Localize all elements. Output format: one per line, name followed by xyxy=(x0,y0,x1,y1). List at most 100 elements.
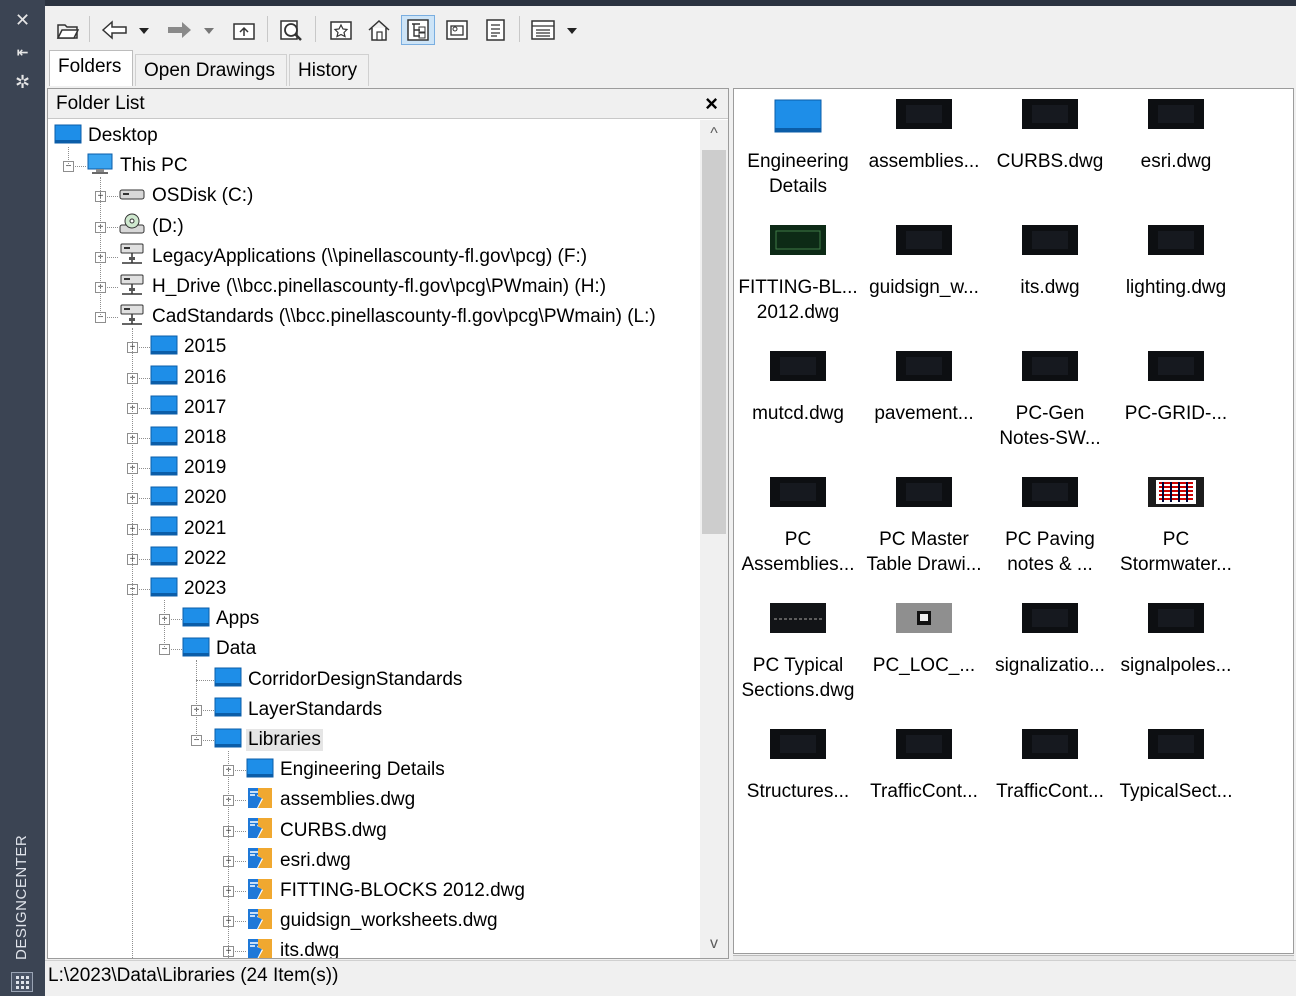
item-label: PC-GRID-... xyxy=(1114,401,1238,426)
views-dropdown-icon[interactable] xyxy=(565,15,579,45)
item-label-line: guidsign_w... xyxy=(869,277,979,298)
tree-item[interactable]: FITTING-BLOCKS 2012.dwg xyxy=(246,876,527,906)
scroll-up-icon[interactable]: ^ xyxy=(700,120,728,148)
tree-item[interactable]: 2023 xyxy=(150,574,228,604)
auto-hide-icon[interactable]: ⇤ xyxy=(0,42,45,62)
tree-item[interactable]: 2015 xyxy=(150,332,228,362)
drawing-item[interactable]: PC Typical Sections.dwg xyxy=(736,603,860,703)
tree-item[interactable]: CURBS.dwg xyxy=(246,816,389,846)
tree-item[interactable]: 2016 xyxy=(150,363,228,393)
back-icon[interactable] xyxy=(99,15,131,45)
folder-item[interactable]: Engineering Details xyxy=(736,99,860,199)
scrollbar-thumb[interactable] xyxy=(702,150,726,534)
tree-item[interactable]: 2018 xyxy=(150,423,228,453)
tree-item[interactable]: LayerStandards xyxy=(214,695,384,725)
tree-item[interactable]: assemblies.dwg xyxy=(246,785,417,815)
description-icon[interactable] xyxy=(479,15,511,45)
folder-list-pane: Folder List × Desktop This PC − OSDisk (C:)… xyxy=(47,88,729,959)
dwg-file-icon xyxy=(246,907,274,936)
item-label-line: lighting.dwg xyxy=(1125,277,1227,298)
tree-item[interactable]: OSDisk (C:) xyxy=(118,181,255,211)
tree-item[interactable]: 2020 xyxy=(150,483,228,513)
tree-item[interactable]: esri.dwg xyxy=(246,846,353,876)
tab-bar: Folders Open Drawings History xyxy=(45,48,1296,86)
tree-item[interactable]: 2019 xyxy=(150,453,228,483)
drawing-thumbnail xyxy=(1022,225,1078,255)
forward-icon[interactable] xyxy=(163,15,195,45)
tree-item[interactable]: Libraries xyxy=(214,725,323,755)
item-label-line: PC xyxy=(784,529,812,550)
drawing-item[interactable]: PC-Gen Notes-SW... xyxy=(988,351,1112,451)
tree-view-toggle-icon[interactable] xyxy=(401,15,435,45)
drawing-item[interactable]: assemblies... xyxy=(862,99,986,174)
favorites-icon[interactable] xyxy=(325,15,357,45)
tree-item[interactable]: CorridorDesignStandards xyxy=(214,665,464,695)
close-icon[interactable]: ✕ xyxy=(0,10,45,30)
tree-item[interactable]: Data xyxy=(182,634,258,664)
item-label-line: PC xyxy=(1162,529,1190,550)
folder-icon xyxy=(150,425,178,452)
drawing-item[interactable]: signalpoles... xyxy=(1114,603,1238,678)
drawing-item[interactable]: PC Master Table Drawi... xyxy=(862,477,986,577)
drawing-item[interactable]: PC-GRID-... xyxy=(1114,351,1238,426)
tree-item-label: CorridorDesignStandards xyxy=(248,668,463,690)
drawing-item[interactable]: its.dwg xyxy=(988,225,1112,300)
properties-icon[interactable]: ✲ xyxy=(0,72,45,92)
grip-icon[interactable] xyxy=(11,972,33,992)
tab-open-drawings[interactable]: Open Drawings xyxy=(135,54,287,86)
tree-item[interactable]: LegacyApplications (\\pinellascounty-fl.… xyxy=(118,242,589,272)
drawing-thumbnail xyxy=(896,603,952,633)
close-icon[interactable]: × xyxy=(705,91,718,117)
search-icon[interactable] xyxy=(275,15,307,45)
drawing-item[interactable]: TrafficCont... xyxy=(988,729,1112,804)
tree-item[interactable]: Desktop xyxy=(54,121,160,151)
drawing-item[interactable]: guidsign_w... xyxy=(862,225,986,300)
tree-item-label: CURBS.dwg xyxy=(280,819,387,841)
tree-item-label: esri.dwg xyxy=(280,849,351,871)
drawing-item[interactable]: esri.dwg xyxy=(1114,99,1238,174)
forward-dropdown-icon[interactable] xyxy=(202,15,216,45)
tree-item[interactable]: CadStandards (\\bcc.pinellascounty-fl.go… xyxy=(118,302,658,332)
home-icon[interactable] xyxy=(363,15,395,45)
tree-item[interactable]: Apps xyxy=(182,604,261,634)
item-label-line: PC Master xyxy=(879,529,969,550)
tree-item[interactable]: (D:) xyxy=(118,212,186,242)
drawing-item[interactable]: TypicalSect... xyxy=(1114,729,1238,804)
drawing-item[interactable]: lighting.dwg xyxy=(1114,225,1238,300)
palette-sidebar: ✕ ⇤ ✲ DESIGNCENTER xyxy=(0,0,45,996)
tree-item[interactable]: guidsign_worksheets.dwg xyxy=(246,906,500,936)
tree-item[interactable]: This PC xyxy=(86,151,190,181)
item-label: pavement... xyxy=(862,401,986,426)
item-label-line: assemblies... xyxy=(868,151,980,172)
back-dropdown-icon[interactable] xyxy=(137,15,151,45)
drawing-item[interactable]: mutcd.dwg xyxy=(736,351,860,426)
scroll-down-icon[interactable]: v xyxy=(700,930,728,958)
drawing-item[interactable]: TrafficCont... xyxy=(862,729,986,804)
views-icon[interactable] xyxy=(527,15,559,45)
item-label-line: Sections.dwg xyxy=(741,680,855,701)
item-label-line: TypicalSect... xyxy=(1119,781,1233,802)
drawing-item[interactable]: PC_LOC_... xyxy=(862,603,986,678)
tree-item[interactable]: Engineering Details xyxy=(246,755,447,785)
drawing-item[interactable]: signalizatio... xyxy=(988,603,1112,678)
status-path: L:\2023\Data\Libraries (24 Item(s)) xyxy=(48,965,339,986)
drawing-item[interactable]: PC Assemblies... xyxy=(736,477,860,577)
tree-item[interactable]: 2017 xyxy=(150,393,228,423)
up-folder-icon[interactable] xyxy=(228,15,260,45)
tree-item-label: 2016 xyxy=(184,366,227,388)
drawing-item[interactable]: PC Stormwater... xyxy=(1114,477,1238,577)
tree-item[interactable]: H_Drive (\\bcc.pinellascounty-fl.gov\pcg… xyxy=(118,272,608,302)
load-icon[interactable] xyxy=(53,15,83,45)
preview-icon[interactable] xyxy=(441,15,473,45)
drawing-item[interactable]: CURBS.dwg xyxy=(988,99,1112,174)
drawing-item[interactable]: FITTING-BL... 2012.dwg xyxy=(736,225,860,325)
tree-item[interactable]: 2021 xyxy=(150,514,228,544)
tab-folders[interactable]: Folders xyxy=(49,50,133,86)
drawing-item[interactable]: pavement... xyxy=(862,351,986,426)
tab-history[interactable]: History xyxy=(289,54,369,86)
drawing-item[interactable]: Structures... xyxy=(736,729,860,804)
tree-item[interactable]: its.dwg xyxy=(246,936,341,958)
drawing-item[interactable]: PC Paving notes & ... xyxy=(988,477,1112,577)
tree-item[interactable]: 2022 xyxy=(150,544,228,574)
vertical-scrollbar[interactable]: ^ v xyxy=(700,120,728,958)
